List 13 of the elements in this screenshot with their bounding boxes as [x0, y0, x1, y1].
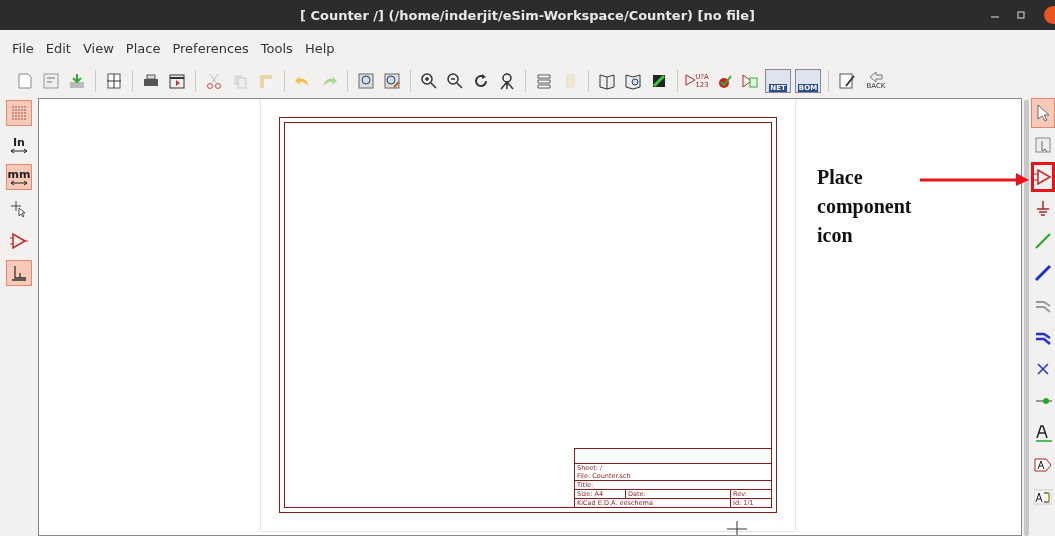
- menu-item[interactable]: Tools: [254, 40, 299, 56]
- units-button[interactable]: mm: [6, 164, 32, 190]
- unit-label: In: [13, 136, 25, 148]
- menu-item[interactable]: Place: [119, 40, 167, 56]
- window-title: [ Counter /] (/home/inderjit/eSim-Workspace/Counter) [no file]: [299, 7, 756, 23]
- menu-item[interactable]: Preferences: [166, 40, 255, 56]
- menu-item[interactable]: File: [6, 40, 40, 56]
- units-button[interactable]: In: [6, 132, 32, 158]
- menu-item[interactable]: View: [76, 40, 120, 56]
- menu-item[interactable]: Help: [298, 40, 341, 56]
- unit-label: mm: [7, 168, 31, 180]
- menu-item[interactable]: Edit: [39, 40, 77, 56]
- annotation-text: Place component icon: [817, 165, 913, 248]
